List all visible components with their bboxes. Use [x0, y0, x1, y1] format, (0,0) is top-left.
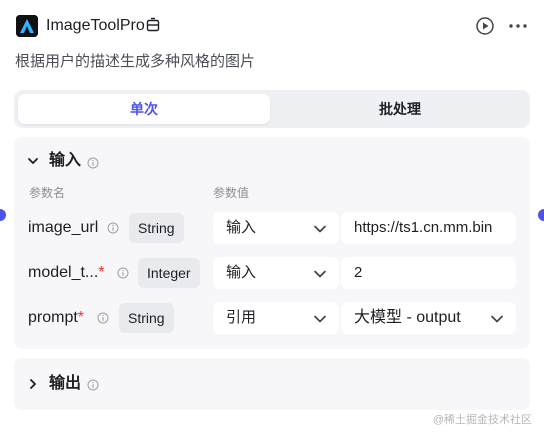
param-type-tag: String — [129, 213, 184, 243]
info-icon — [107, 221, 119, 234]
info-icon — [87, 156, 99, 169]
chevron-down-icon — [313, 312, 327, 324]
info-icon — [97, 311, 109, 324]
run-icon[interactable] — [474, 15, 496, 37]
param-value-input[interactable]: 2 — [341, 257, 516, 289]
value-text: 2 — [354, 264, 363, 281]
param-name: model_t...* — [28, 264, 105, 281]
watermark: @稀土掘金技术社区 — [432, 414, 532, 426]
app-logo — [16, 15, 38, 37]
tab-batch[interactable]: 批处理 — [274, 94, 526, 124]
node-title: ImageToolPro — [46, 17, 145, 34]
output-section-title: 输出 — [49, 375, 82, 392]
box-icon — [146, 17, 160, 33]
select-label: 引用 — [226, 309, 257, 326]
param-name: prompt* — [28, 309, 85, 326]
node-description: 根据用户的描述生成多种风格的图片 — [15, 53, 256, 70]
chevron-down-icon[interactable] — [26, 154, 40, 168]
value-text: 大模型 - output — [354, 309, 461, 326]
input-port-handle[interactable] — [0, 209, 6, 221]
chevron-down-icon — [313, 222, 327, 234]
info-icon — [117, 266, 129, 279]
chevron-down-icon — [313, 267, 327, 279]
info-icon — [87, 378, 99, 391]
tab-single[interactable]: 单次 — [18, 94, 270, 124]
select-label: 输入 — [226, 264, 257, 281]
select-label: 输入 — [226, 219, 257, 236]
param-reference-select[interactable]: 大模型 - output — [341, 302, 516, 334]
param-value-header: 参数值 — [213, 186, 250, 200]
param-type-tag: Integer — [138, 258, 200, 288]
chevron-right-icon[interactable] — [26, 377, 40, 391]
more-icon[interactable] — [507, 15, 529, 37]
chevron-down-icon — [490, 312, 504, 324]
input-section-title: 输入 — [49, 152, 82, 169]
value-text: https://ts1.cn.mm.bin — [354, 219, 493, 236]
param-mode-select[interactable]: 输入 — [213, 212, 339, 244]
param-mode-select[interactable]: 引用 — [213, 302, 339, 334]
param-value-input[interactable]: https://ts1.cn.mm.bin — [341, 212, 516, 244]
param-name: image_url — [28, 219, 99, 236]
output-port-handle[interactable] — [538, 209, 544, 221]
param-name-header: 参数名 — [29, 186, 66, 200]
run-mode-tabs: 单次 批处理 — [14, 90, 530, 128]
param-mode-select[interactable]: 输入 — [213, 257, 339, 289]
param-type-tag: String — [119, 303, 174, 333]
